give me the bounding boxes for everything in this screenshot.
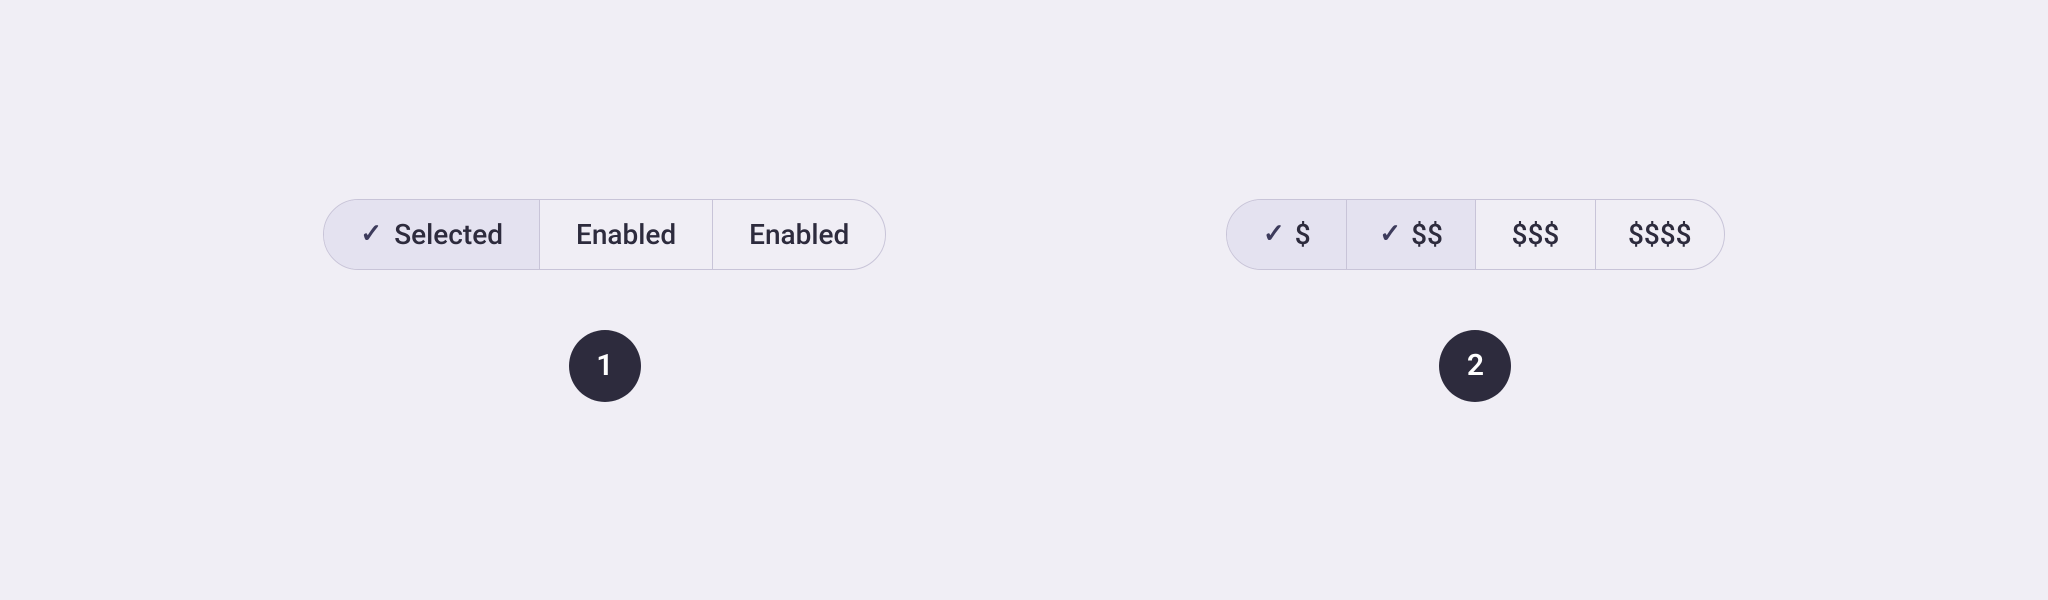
example2-badge-label: 2 bbox=[1467, 348, 1484, 383]
price-segment-1-label: $ bbox=[1295, 218, 1311, 251]
segment-enabled-2[interactable]: Enabled bbox=[713, 200, 885, 269]
example2-wrapper: ✓ $ ✓ $$ $$$ $$$$ 2 bbox=[1226, 199, 1724, 402]
check-icon-1: ✓ bbox=[360, 219, 382, 249]
segment-selected[interactable]: ✓ Selected bbox=[324, 200, 540, 269]
segment-enabled1-label: Enabled bbox=[576, 218, 676, 251]
example1-badge-label: 1 bbox=[596, 348, 613, 383]
price-segment-2-label: $$ bbox=[1411, 218, 1443, 251]
price-segment-1[interactable]: ✓ $ bbox=[1227, 200, 1347, 269]
price-segment-3[interactable]: $$$ bbox=[1476, 200, 1596, 269]
segment-enabled2-label: Enabled bbox=[749, 218, 849, 251]
price-segment-2[interactable]: ✓ $$ bbox=[1347, 200, 1476, 269]
price-segment-3-label: $$$ bbox=[1512, 218, 1560, 251]
segment-selected-label: Selected bbox=[394, 218, 503, 251]
page-container: ✓ Selected Enabled Enabled 1 ✓ $ bbox=[0, 0, 2048, 600]
example1-badge: 1 bbox=[569, 330, 641, 402]
examples-row: ✓ Selected Enabled Enabled 1 ✓ $ bbox=[323, 199, 1724, 402]
check-icon-2: ✓ bbox=[1263, 219, 1285, 249]
segment-enabled-1[interactable]: Enabled bbox=[540, 200, 713, 269]
example1-wrapper: ✓ Selected Enabled Enabled 1 bbox=[323, 199, 886, 402]
segmented-control-2: ✓ $ ✓ $$ $$$ $$$$ bbox=[1226, 199, 1724, 270]
price-segment-4[interactable]: $$$$ bbox=[1596, 200, 1724, 269]
example2-badge: 2 bbox=[1439, 330, 1511, 402]
check-icon-3: ✓ bbox=[1379, 219, 1401, 249]
segmented-control-1: ✓ Selected Enabled Enabled bbox=[323, 199, 886, 270]
price-segment-4-label: $$$$ bbox=[1628, 218, 1692, 251]
